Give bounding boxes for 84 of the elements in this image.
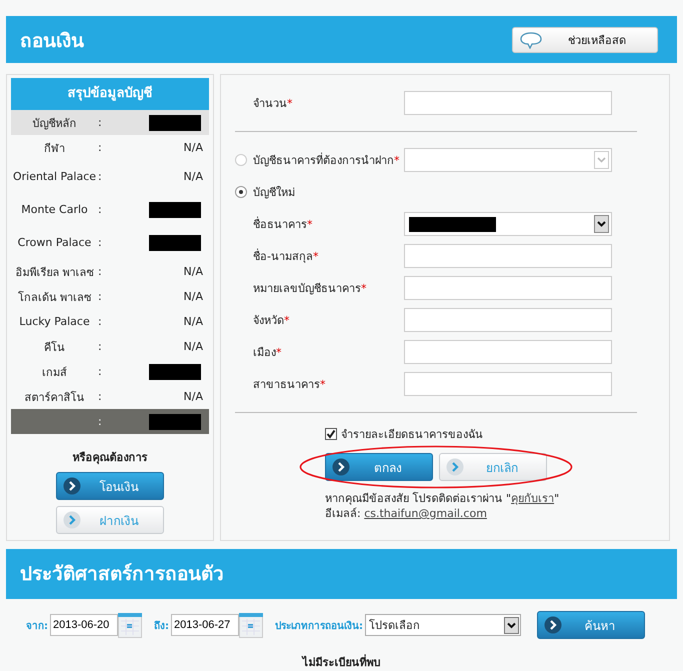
radio-button[interactable] <box>235 186 247 198</box>
separator: : <box>98 236 103 249</box>
field-label: เมือง <box>253 346 276 359</box>
speech-bubble-icon <box>519 30 543 48</box>
type-label: ประเภทการถอนเงิน: <box>275 620 363 632</box>
required-mark: * <box>284 314 290 327</box>
required-mark: * <box>320 378 326 391</box>
required-mark: * <box>307 218 312 231</box>
field-label: จังหวัด <box>253 314 284 327</box>
account-value: N/A <box>184 340 203 353</box>
account-value: N/A <box>184 290 203 303</box>
account-value: N/A <box>184 265 203 278</box>
account-value: N/A <box>184 315 203 328</box>
account-label: บัญชีหลัก <box>32 116 78 132</box>
separator: : <box>98 203 103 216</box>
account-value: N/A <box>184 141 203 154</box>
search-button[interactable]: ค้นหา <box>537 611 645 639</box>
separator: : <box>98 265 103 278</box>
account-label: Oriental Palace <box>12 170 98 183</box>
to-date-field[interactable]: 2013-06-27 <box>171 614 239 636</box>
options-prompt: หรือคุณต้องการ <box>72 450 148 466</box>
separator: : <box>98 170 103 183</box>
separator: : <box>98 365 103 378</box>
input-field[interactable] <box>404 244 612 268</box>
input-field[interactable] <box>404 340 612 364</box>
section-title: ประวัติศาสตร์การถอนตัว <box>6 549 677 599</box>
separator: : <box>98 116 103 129</box>
chevron-icon <box>63 477 81 495</box>
account-label: Monte Carlo <box>20 203 89 216</box>
select-field[interactable] <box>404 212 612 236</box>
empty-message: ไม่มีระเบียนที่พบ <box>300 653 382 671</box>
checkbox[interactable] <box>325 428 337 440</box>
account-label: โกลเด้น พาเลซ <box>16 290 92 306</box>
chevron-icon <box>544 616 562 634</box>
action-button[interactable]: โอนเงิน <box>56 472 164 500</box>
separator: : <box>98 390 103 403</box>
separator: : <box>98 141 103 154</box>
required-mark: * <box>361 282 366 295</box>
account-label: Crown Palace <box>16 236 92 249</box>
separator: : <box>98 415 103 428</box>
account-label: Lucky Palace <box>18 315 91 328</box>
action-button[interactable]: ตกลง <box>325 453 433 481</box>
account-value: N/A <box>184 170 203 183</box>
contact-text: หากคุณมีข้อสงสัย โปรดติดต่อเราผ่าน "คุยกับเรา" <box>325 491 560 506</box>
field-label: ชื่อธนาคาร <box>253 218 307 231</box>
amount-field[interactable] <box>404 91 612 115</box>
field-label: หมายเลขบัญชีธนาคาร <box>253 282 361 295</box>
field-label: ชื่อ-นามสกุล <box>253 250 313 263</box>
chevron-icon <box>446 458 464 476</box>
separator: : <box>98 340 103 353</box>
checkbox-label: จำรายละเอียดธนาคารของฉัน <box>341 427 483 443</box>
separator: : <box>98 315 103 328</box>
input-field[interactable] <box>404 276 612 300</box>
chevron-icon <box>332 458 350 476</box>
input-field[interactable] <box>404 372 612 396</box>
type-select[interactable]: โปรดเลือก <box>365 614 521 636</box>
page-title: ถอนเงิน <box>20 28 84 54</box>
account-label: กีฬา <box>43 140 66 156</box>
calendar-icon[interactable] <box>118 612 142 638</box>
chat-link[interactable]: คุยกับเรา <box>511 492 554 505</box>
summary-title: สรุปข้อมูลบัญชี <box>11 78 209 110</box>
field-label: บัญชีใหม่ <box>253 186 295 199</box>
account-label: คีโน <box>43 340 66 356</box>
to-label: ถึง: <box>154 620 169 632</box>
account-label: เกมส์ <box>41 364 68 380</box>
live-help-button[interactable]: ช่วยเหลือสด <box>512 26 658 52</box>
field-label: สาขาธนาคาร <box>253 378 320 391</box>
required-mark: * <box>287 97 292 110</box>
account-label: อิมพีเรียล พาเลซ <box>14 264 95 280</box>
from-label: จาก: <box>26 620 48 632</box>
field-label: จำนวน <box>253 97 287 110</box>
required-mark: * <box>312 250 318 263</box>
account-value: N/A <box>184 390 203 403</box>
field-label: บัญชีธนาคารที่ต้องการนำฝาก <box>253 154 394 167</box>
email-link[interactable]: cs.thaifun@gmail.com <box>364 507 487 520</box>
required-mark: * <box>276 346 282 359</box>
calendar-icon[interactable] <box>239 612 263 638</box>
email-label: อีเมลล์: <box>325 507 362 520</box>
separator: : <box>98 290 103 303</box>
input-field[interactable] <box>404 308 612 332</box>
required-mark: * <box>394 154 400 167</box>
account-label: สตาร์คาสิโน <box>24 390 86 406</box>
from-date-field[interactable]: 2013-06-20 <box>50 614 118 636</box>
chevron-icon <box>63 511 81 529</box>
